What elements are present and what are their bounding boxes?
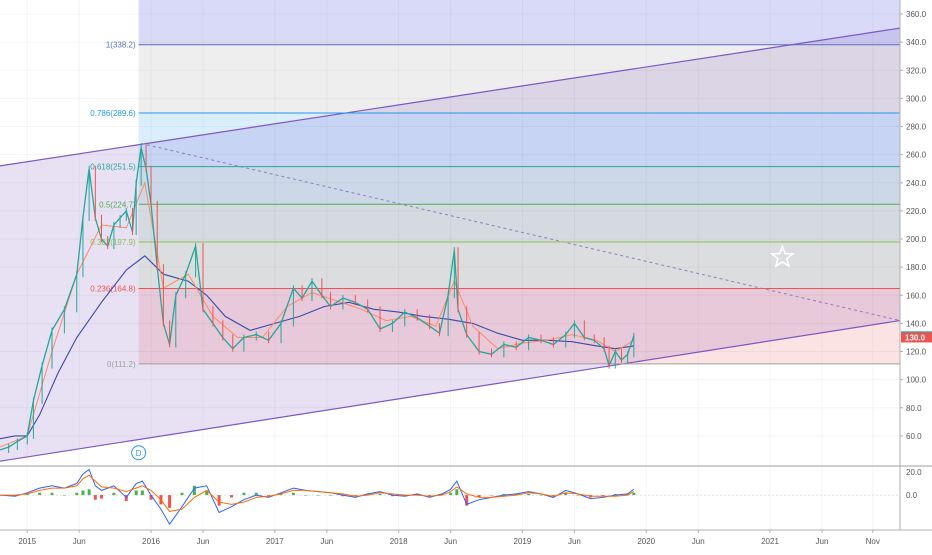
macd-histogram-bar [449,492,453,496]
macd-histogram-bar [455,489,459,496]
time-axis-label: 2020 [637,537,655,546]
price-axis-label: 240.0 [906,179,927,188]
macd-histogram-bar [632,492,636,496]
price-axis-label: 360.0 [906,10,927,19]
macd-histogram-bar [87,489,91,496]
fib-band [138,166,901,205]
macd-histogram-bar [93,495,97,500]
fib-background-bands [0,0,901,462]
time-axis-label: Jun [320,537,333,546]
fib-band [138,44,901,114]
macd-histogram-bar [81,490,85,496]
macd-histogram-bar [50,492,54,496]
time-axis-label: 2021 [761,537,779,546]
macd-axis-label: 20.0 [906,468,922,477]
price-axis-label: 160.0 [906,291,927,300]
macd-histogram-bar [38,492,42,496]
price-axis-label: 320.0 [906,66,927,75]
chart-container[interactable]: 1(338.2) 0.786(289.6) 0.618(251.5) 0.5(224.… [0,0,932,550]
time-axis-label: Jun [73,537,86,546]
fib-band-top [138,0,901,45]
macd-histogram-bar [140,490,144,496]
fib-band [138,204,901,242]
time-axis-label: 2019 [514,537,532,546]
time-axis-label: Jun [197,537,210,546]
dividend-marker-label: D [136,449,142,458]
macd-histogram-bar [134,490,138,496]
time-axis-label: Jun [568,537,581,546]
last-price-badge[interactable]: 130.0 [901,332,932,343]
macd-histogram-bar [180,492,184,496]
macd-histogram-bar [291,492,295,496]
price-axis-label: 80.0 [906,404,922,413]
macd-histogram-bar [100,495,104,499]
macd-histogram-bar [217,495,221,506]
macd-histogram-bar [168,495,172,508]
time-axis-label: Jun [816,537,829,546]
macd-histogram-bar [527,493,531,496]
time-axis-label: 2017 [266,537,284,546]
time-axis-label: Jun [692,537,705,546]
price-axis-label: 60.0 [906,432,922,441]
price-axis-label: 100.0 [906,376,927,385]
price-axis-label: 140.0 [906,319,927,328]
time-axis-label: Jun [444,537,457,546]
price-axis-label: 260.0 [906,151,927,160]
macd-histogram-bar [242,492,246,496]
chart-svg[interactable]: 1(338.2) 0.786(289.6) 0.618(251.5) 0.5(224.… [0,0,932,550]
macd-histogram-bar [75,492,79,496]
macd-histogram-bar [539,495,543,496]
macd-histogram-bar [229,495,233,498]
time-axis-label: Nov [866,537,880,546]
macd-axis-label: 0.0 [906,491,918,500]
price-axis-label: 220.0 [906,207,927,216]
fib-level-label: 0(111.2) [107,360,136,369]
macd-histogram-bar [304,495,308,496]
price-axis-label: 340.0 [906,38,927,47]
fib-level-label: 1(338.2) [106,41,136,50]
price-axis-label: 180.0 [906,263,927,272]
macd-histogram-bar [378,493,382,496]
macd-histogram-bar [329,495,333,496]
macd-signal-line [0,474,635,512]
price-axis-label: 280.0 [906,123,927,132]
time-axis-label: 2015 [18,537,36,546]
macd-histogram-bar [62,495,66,496]
time-axis-label: 2018 [390,537,408,546]
fib-band [138,113,901,167]
macd-pane [0,465,932,526]
fib-level-label: 0.382(197.9) [90,238,136,247]
fib-level-label: 0.786(289.6) [90,109,136,118]
macd-histogram-bar [489,495,493,496]
fib-level-label: 0.5(224.7) [99,200,136,209]
price-axis-label: 120.0 [906,348,927,357]
macd-histogram-bar [112,492,116,496]
macd-histogram-bar [316,495,320,496]
fib-band [138,241,901,289]
fib-level-label: 0.618(251.5) [90,163,136,172]
price-axis-label: 300.0 [906,94,927,103]
time-axis-label: 2016 [142,537,160,546]
fib-level-label: 0.236(164.8) [90,285,136,294]
fib-band [138,288,901,364]
price-axis-label: 200.0 [906,235,927,244]
macd-histogram-bar [576,495,580,496]
last-price-badge-text: 130.0 [905,333,926,342]
